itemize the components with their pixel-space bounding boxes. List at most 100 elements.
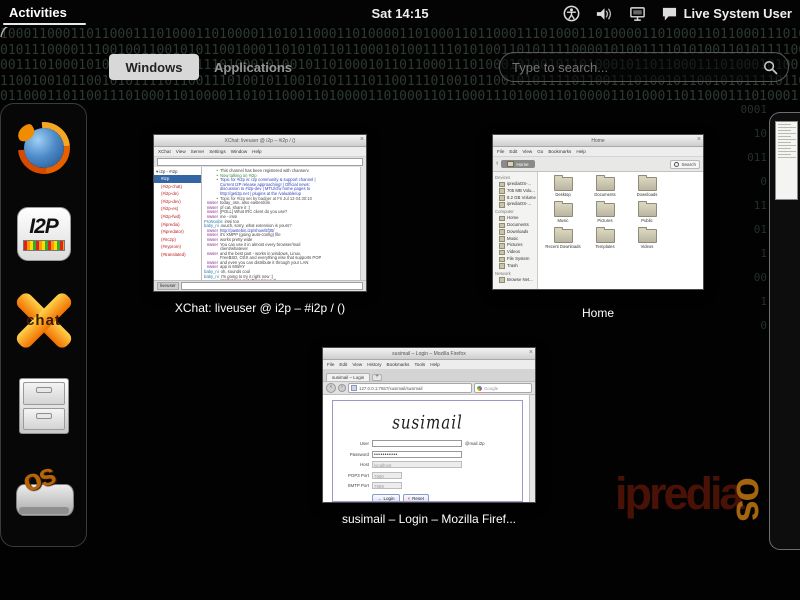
window-label-home: Home — [498, 306, 698, 320]
firefox-titlebar: susimail – Login – Mozilla Firefox × — [323, 348, 535, 360]
activities-active-indicator — [3, 23, 86, 25]
folder-item: Music — [543, 203, 583, 223]
xchat-titlebar: XChat: liveuser @ i2p – #i2p / () × — [154, 135, 366, 147]
workspace-switcher[interactable] — [769, 112, 800, 550]
sidebar-item: Trash — [495, 263, 537, 270]
gnome-activities-overview: 1000110001101100011101000110100001101011… — [0, 0, 800, 600]
dash-item-i2p[interactable]: I2P — [13, 203, 75, 265]
close-icon: × — [360, 136, 364, 144]
form-button: → Login — [372, 494, 400, 502]
sidebar-item: File System — [495, 256, 537, 263]
top-bar: Activities Sat 14:15 — [0, 0, 800, 27]
sidebar-item: Documents — [495, 222, 537, 229]
menu-item: Help — [576, 149, 585, 154]
i2p-icon: I2P — [17, 207, 71, 261]
search-icon — [674, 162, 679, 167]
binary-edge-digit: 011 — [741, 146, 768, 170]
forward-icon: › — [338, 384, 346, 392]
home-folder-grid: Desktop Documents Downloads Musi — [538, 172, 703, 289]
window-thumbnail-firefox[interactable]: susimail – Login – Mozilla Firefox × Fil… — [322, 347, 536, 503]
volume-menu[interactable] — [595, 6, 614, 22]
xchat-channel-tree: ▾ i2p - #i2p #i2p(#i2p-chat)(#i2p-de)(#i… — [154, 167, 202, 280]
folder-name: Recent Downloads — [543, 244, 583, 249]
url-bar: 127.0.0.1:7657/susimail/susimail — [348, 383, 472, 393]
i2p-icon-label: I2P — [29, 217, 58, 237]
field-input: localhost — [372, 461, 462, 468]
search-icon — [763, 60, 778, 75]
breadcrumb-label: Home — [516, 162, 528, 167]
folder-name: Videos — [627, 244, 667, 249]
xchat-menubar: XChatViewServerSettingsWindowHelp — [154, 147, 366, 157]
home-toolbar: ‹ Home Search — [493, 157, 703, 172]
tab-windows[interactable]: Windows — [109, 54, 199, 80]
dash-item-install-disk[interactable]: os — [13, 461, 75, 523]
activities-button[interactable]: Activities — [9, 5, 67, 20]
tab-applications[interactable]: Applications — [214, 54, 292, 80]
xchat-nick-button: liveuser — [157, 282, 179, 290]
firefox-navbar: ‹ › 127.0.0.1:7657/susimail/susimail Goo… — [323, 382, 535, 395]
folder-item: Downloads — [627, 177, 667, 197]
menu-item: Edit — [339, 362, 347, 367]
form-row: Password ••••••••••• — [333, 451, 522, 458]
firefox-menubar: FileEditViewHistoryBookmarksToolsHelp — [323, 360, 535, 370]
dash-item-firefox[interactable] — [13, 117, 75, 179]
search-box[interactable] — [499, 52, 789, 82]
field-input: 7659 — [372, 482, 402, 489]
menu-item: Help — [252, 149, 261, 154]
xchat-icon-label: chat — [13, 312, 75, 329]
status-area: Live System User — [563, 0, 792, 27]
xchat-topic-bar — [154, 157, 366, 167]
home-sidebar: Devices iprediaOS-...705 MB Volu...8.2 G… — [493, 172, 538, 289]
xchat-channel-item: (#i2p-es) — [154, 205, 201, 213]
folder-item: Templates — [585, 229, 625, 249]
accessibility-menu[interactable] — [563, 5, 580, 22]
sidebar-item: Home — [495, 215, 537, 222]
search-engine-label: Google — [484, 386, 498, 391]
url-text: 127.0.0.1:7657/susimail/susimail — [359, 386, 422, 391]
firefox-icon — [16, 120, 72, 176]
field-label: POP3 Port — [333, 473, 369, 478]
user-menu[interactable]: Live System User — [661, 6, 792, 21]
button-label: Reset — [412, 496, 424, 501]
xchat-channel-item: (#i2p-chat) — [154, 183, 201, 191]
dash-item-file-manager[interactable] — [13, 375, 75, 437]
search-button-label: Search — [681, 162, 696, 167]
window-thumbnail-home[interactable]: Home × FileEditViewGoBookmarksHelp ‹ Hom… — [492, 134, 704, 290]
folder-icon — [596, 229, 615, 243]
workspace-thumbnail[interactable] — [775, 121, 798, 200]
field-label: Password — [333, 452, 369, 457]
hard-disk-icon: os — [15, 466, 73, 518]
xchat-channel-item: (#irc2p) — [154, 236, 201, 244]
menu-item: Bookmarks — [548, 149, 571, 154]
folder-icon — [554, 177, 573, 191]
binary-edge-digit: 0 — [741, 314, 768, 338]
menu-item: View — [176, 149, 186, 154]
binary-edge-digit: 0 — [741, 170, 768, 194]
xchat-channel-item: (#i2p-dev) — [154, 198, 201, 206]
sidebar-header-computer: Computer — [495, 208, 537, 215]
sidebar-item: Videos — [495, 249, 537, 256]
xchat-channel-item: (#i2p-de) — [154, 190, 201, 198]
folder-item: Pictures — [585, 203, 625, 223]
menu-item: View — [522, 149, 532, 154]
xchat-channel-item: (#ipredator) — [154, 228, 201, 236]
binary-edge-digit: 1 — [741, 242, 768, 266]
folder-name: Templates — [585, 244, 625, 249]
susimail-login-form: User @mail.i2p Password ••••••••••• Host — [333, 440, 522, 489]
form-row: Host localhost — [333, 461, 522, 468]
search-button: Search — [670, 160, 700, 169]
xchat-scrollbar — [360, 167, 366, 280]
button-icon: → — [377, 496, 382, 501]
search-input[interactable] — [510, 59, 763, 76]
susimail-page: susimail User @mail.i2p Password •••••••… — [332, 400, 523, 502]
dash-item-xchat[interactable]: chat — [13, 289, 75, 351]
volume-icon — [595, 6, 614, 22]
display-menu[interactable] — [629, 6, 646, 22]
folder-icon — [596, 177, 615, 191]
window-thumbnail-xchat[interactable]: XChat: liveuser @ i2p – #i2p / () × XCha… — [153, 134, 367, 292]
clock[interactable]: Sat 14:15 — [371, 6, 428, 21]
menu-item: History — [367, 362, 381, 367]
field-input: ••••••••••• — [372, 451, 462, 458]
folder-item: Desktop — [543, 177, 583, 197]
binary-edge-digit: 11 — [741, 194, 768, 218]
